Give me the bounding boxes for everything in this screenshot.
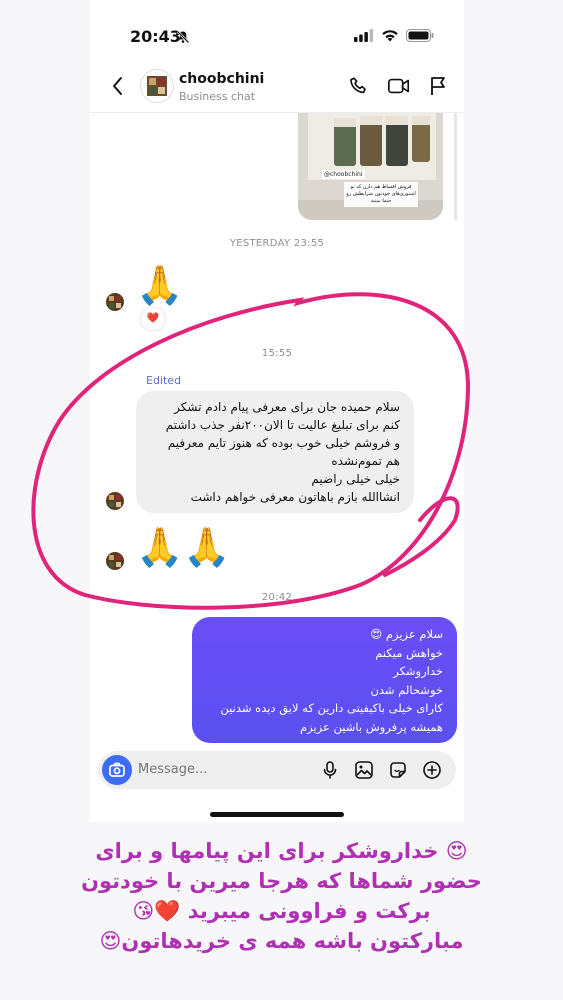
chat-header: choobchini Business chat	[90, 62, 464, 113]
shared-media-preview[interactable]: @choobchini فروش اقساط هم دارن که تو است…	[298, 112, 443, 220]
home-indicator	[210, 812, 344, 817]
shelf-logo-icon	[109, 296, 121, 308]
heart-reaction-badge[interactable]: ❤️	[140, 307, 166, 331]
wifi-icon	[382, 30, 398, 42]
caption-line: حضور شماها که هرجا میرین با خودتون	[81, 869, 482, 893]
incoming-line: کنم برای تبلیغ عالیت تا الان۲۰۰نفر جذب د…	[165, 418, 400, 432]
shelf-logo-icon	[109, 555, 121, 567]
caption-line: برکت و فراوونی میبرید ❤️😘	[132, 899, 431, 923]
status-time: 20:43	[130, 27, 181, 46]
outgoing-line: خوشحالم شدن	[370, 682, 443, 697]
sender-avatar	[106, 552, 124, 570]
incoming-line: سلام حمیده جان برای معرفی پیام دادم تشکر	[174, 400, 400, 414]
back-chevron-icon[interactable]	[110, 74, 126, 98]
timestamp-yesterday: YESTERDAY 23:55	[229, 238, 325, 249]
bell-slash-icon	[176, 30, 190, 44]
outgoing-line: کارای خیلی باکیفیتی دارین که لایق دیده ش…	[220, 701, 443, 715]
status-bar: 20:43	[90, 0, 464, 62]
chat-name: choobchini	[179, 71, 265, 87]
outgoing-line: سلام عزیزم 😍	[370, 627, 443, 641]
camera-button[interactable]	[102, 755, 132, 785]
message-input[interactable]	[138, 762, 298, 777]
composer-actions	[320, 760, 442, 780]
outgoing-line: همیشه پرفروش باشین عزیزم	[300, 719, 443, 734]
sender-avatar	[106, 293, 124, 311]
timestamp-1555: 15:55	[261, 348, 293, 359]
flag-icon[interactable]	[428, 75, 448, 97]
shelf-logo-icon	[109, 495, 121, 507]
sender-avatar	[106, 492, 124, 510]
profile-avatar[interactable]	[140, 69, 174, 103]
phone-screen: 20:43 choobchini Business chat @choobchi…	[90, 0, 464, 822]
battery-icon	[406, 29, 434, 42]
incoming-line: هم تموم‌نشده	[331, 454, 400, 468]
message-thread: @choobchini فروش اقساط هم دارن که تو است…	[90, 112, 464, 752]
chat-subtitle: Business chat	[179, 90, 256, 103]
timestamp-2042: 20:42	[261, 592, 293, 603]
edited-label: Edited	[146, 374, 182, 387]
emoji-message-double-praying-hands[interactable]: 🙏🙏	[136, 528, 231, 566]
header-actions	[348, 75, 448, 97]
status-icons	[354, 29, 434, 42]
camera-icon	[109, 762, 125, 777]
incoming-line: انشاالله بازم باهاتون معرفی خواهم داشت	[190, 490, 400, 504]
shelf-logo-icon	[147, 76, 167, 96]
media-watermark: @choobchini	[322, 170, 365, 179]
outgoing-line: خداروشکر	[393, 664, 443, 678]
outgoing-message-bubble[interactable]: سلام عزیزم 😍 خواهش میکنم خداروشکر خوشحال…	[192, 617, 457, 743]
caption-line: 😍 خداروشکر برای این پیامها و برای	[95, 839, 468, 863]
emoji-message-praying-hands[interactable]: 🙏	[136, 266, 183, 304]
incoming-line: و فروشم خیلی خوب بوده که هنوز تایم معرفی…	[167, 436, 400, 450]
sticker-icon[interactable]	[388, 760, 408, 780]
message-composer	[98, 751, 456, 789]
video-call-icon[interactable]	[387, 75, 411, 97]
media-overlay-text: فروش اقساط هم دارن که تو استوری‌های خودت…	[344, 182, 418, 207]
scroll-indicator	[454, 112, 457, 220]
incoming-message-bubble[interactable]: سلام حمیده جان برای معرفی پیام دادم تشکر…	[136, 391, 414, 513]
microphone-icon[interactable]	[320, 760, 340, 780]
caption-line: مبارکتون باشه همه ی خریدهاتون😍	[99, 929, 464, 953]
gallery-icon[interactable]	[354, 760, 374, 780]
outgoing-line: خواهش میکنم	[375, 645, 443, 660]
incoming-line: خیلی خیلی راضیم	[311, 472, 400, 486]
signal-icon	[354, 29, 374, 42]
phone-call-icon[interactable]	[348, 75, 370, 97]
story-caption: 😍 خداروشکر برای این پیامها و برای حضور ش…	[0, 836, 563, 956]
add-circle-icon[interactable]	[422, 760, 442, 780]
